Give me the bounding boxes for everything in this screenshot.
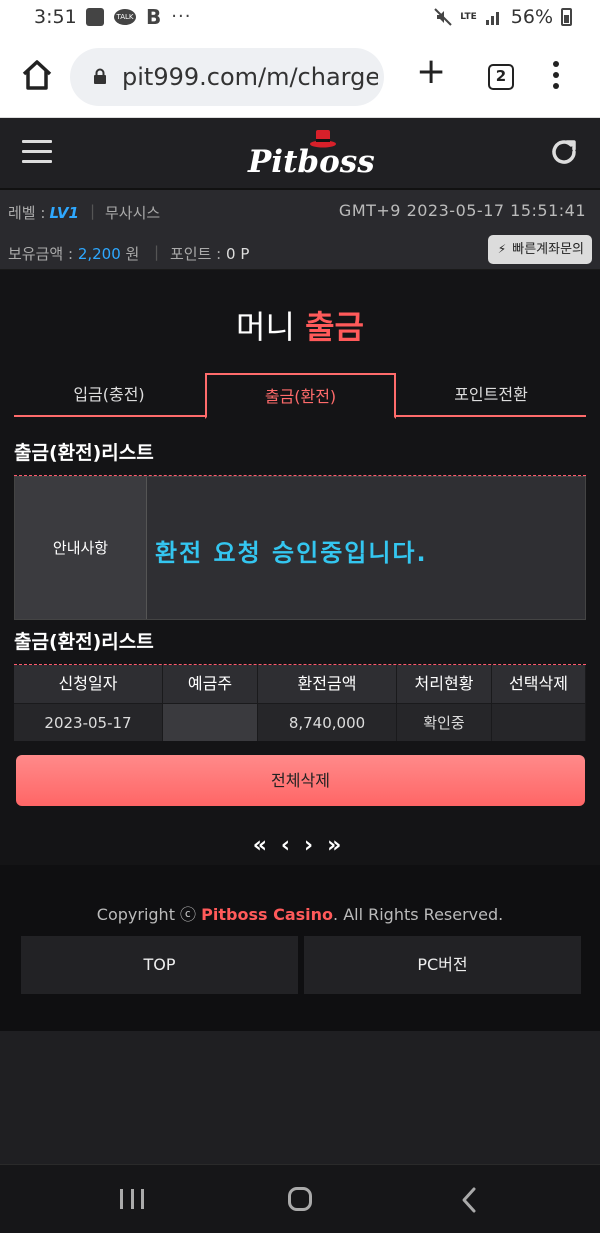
col-select-delete: 선택삭제 [492, 665, 586, 703]
tab-withdraw[interactable]: 출금(환전) [205, 373, 396, 419]
back-icon[interactable] [458, 1185, 480, 1215]
withdraw-table: 신청일자 예금주 환전금액 처리현황 선택삭제 2023-05-17 8,740… [14, 665, 586, 741]
tab-deposit[interactable]: 입금(충전) [14, 373, 204, 417]
site-footer: Copyright ⓒ Pitboss Casino. All Rights R… [0, 865, 600, 1031]
delete-all-button[interactable]: 전체삭제 [16, 755, 585, 806]
divider: | [154, 243, 160, 261]
tab-point-convert[interactable]: 포인트전환 [396, 373, 586, 417]
last-page-icon[interactable]: » [327, 833, 347, 858]
logo-text: Pitboss [248, 144, 375, 180]
first-page-icon[interactable]: « [253, 833, 273, 858]
mute-icon [434, 8, 452, 26]
notification-icons: TALK B ··· [86, 7, 191, 27]
hamburger-menu-icon[interactable] [22, 140, 52, 166]
server-clock: GMT+9 2023-05-17 15:51:41 [338, 201, 586, 220]
quick-account-inquiry-button[interactable]: ⚡ 빠른계좌문의 [487, 235, 592, 264]
point-value: 0 P [226, 245, 250, 263]
balance-value: 2,200 [77, 245, 121, 263]
address-bar[interactable]: pit999.com/m/charge [70, 48, 384, 106]
cell-status: 확인중 [397, 703, 492, 741]
recent-apps-icon[interactable] [120, 1189, 144, 1209]
browser-menu-icon[interactable] [553, 58, 563, 98]
col-holder: 예금주 [163, 665, 258, 703]
col-status: 처리현황 [397, 665, 492, 703]
point-display: 포인트 : 0 P [170, 245, 250, 263]
lock-icon [94, 68, 106, 84]
b-icon: B [146, 5, 162, 29]
system-indicators: LTE 56% [434, 6, 572, 28]
money-tabs: 입금(충전) 출금(환전) 포인트전환 [14, 373, 586, 419]
lte-icon: LTE [460, 12, 477, 22]
section-title-list-2: 출금(환전)리스트 [14, 631, 154, 653]
nickname: 무사시스 [105, 204, 161, 222]
copyright-text: Copyright ⓒ Pitboss Casino. All Rights R… [96, 905, 504, 924]
browser-toolbar: pit999.com/m/charge + 2 [0, 36, 600, 118]
brand-name: Pitboss Casino [201, 905, 334, 924]
page-background [0, 1031, 600, 1164]
status-time: 3:51 [34, 6, 77, 28]
level-value: LV1 [49, 204, 79, 222]
table-header: 신청일자 예금주 환전금액 처리현황 선택삭제 [14, 665, 586, 703]
prev-page-icon[interactable]: ‹ [281, 833, 296, 858]
battery-icon [561, 8, 572, 26]
home-nav-icon[interactable] [288, 1187, 312, 1211]
url-text: pit999.com/m/charge [122, 63, 378, 91]
cell-select[interactable] [492, 703, 586, 741]
cell-date: 2023-05-17 [14, 703, 163, 741]
next-page-icon[interactable]: › [304, 833, 319, 858]
pagination: « ‹ › » [0, 833, 600, 858]
refresh-icon[interactable] [548, 136, 580, 168]
notice-label: 안내사항 [15, 477, 147, 619]
signal-icon [485, 12, 499, 25]
status-bar: 3:51 TALK B ··· LTE 56% [0, 0, 600, 36]
level-display: 레벨 : LV1 [8, 204, 79, 222]
home-icon[interactable] [20, 58, 54, 92]
balance-display: 보유금액 : 2,200 원 [8, 245, 140, 263]
top-button[interactable]: TOP [21, 936, 298, 994]
divider: | [90, 202, 96, 220]
page-title: 머니 출금 [236, 308, 364, 346]
notice-box: 안내사항 환전 요청 승인중입니다. [14, 476, 586, 620]
cell-amount: 8,740,000 [258, 703, 397, 741]
lightning-icon: ⚡ [497, 242, 507, 256]
more-notifications-icon: ··· [171, 6, 192, 27]
section-title-list: 출금(환전)리스트 [14, 442, 154, 464]
user-info-row: 레벨 : LV1 | 무사시스 GMT+9 2023-05-17 15:51:41 [0, 190, 600, 232]
pc-version-button[interactable]: PC버전 [304, 936, 581, 994]
main-content: 머니 출금 입금(충전) 출금(환전) 포인트전환 출금(환전)리스트 안내사항… [0, 270, 600, 865]
talk-icon: TALK [114, 9, 136, 25]
table-row[interactable]: 2023-05-17 8,740,000 확인중 [14, 703, 586, 741]
col-date: 신청일자 [14, 665, 163, 703]
image-icon [86, 8, 104, 26]
cell-holder-redacted [163, 703, 258, 741]
site-header: Pitboss [0, 118, 600, 190]
site-logo[interactable]: Pitboss [242, 126, 375, 186]
col-amount: 환전금액 [258, 665, 397, 703]
new-tab-icon[interactable]: + [416, 54, 446, 90]
android-nav-bar [0, 1164, 600, 1233]
battery-percent: 56% [510, 6, 553, 28]
tab-switcher-button[interactable]: 2 [488, 64, 514, 90]
notice-message: 환전 요청 승인중입니다. [155, 539, 428, 567]
balance-row: 보유금액 : 2,200 원 | 포인트 : 0 P ⚡ 빠른계좌문의 [0, 232, 600, 270]
